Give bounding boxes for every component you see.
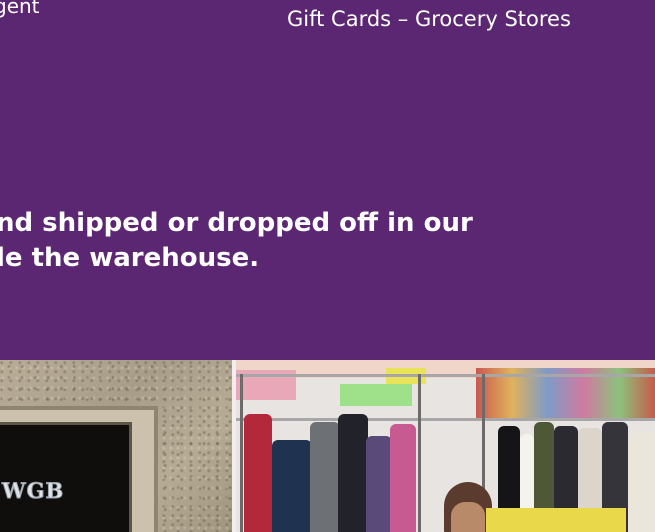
yellow-item xyxy=(486,508,626,532)
poster-green xyxy=(340,384,412,406)
wgb-sign-text: WGB xyxy=(1,478,65,504)
garment-red xyxy=(244,414,272,532)
rack-post-middle xyxy=(418,374,421,532)
garment-cream xyxy=(628,432,655,532)
photo-row: WGB xyxy=(0,360,655,532)
dark-window xyxy=(0,422,132,532)
rack-post-left xyxy=(240,374,243,532)
gift-cards-grocery-stores-text: Gift Cards – Grocery Stores xyxy=(287,7,571,31)
headline-line-1: nd shipped or dropped off in our xyxy=(0,208,473,238)
lower-shelf xyxy=(236,418,655,421)
garment-pink xyxy=(390,424,416,532)
garment-black xyxy=(338,414,368,532)
garment-navy xyxy=(272,440,312,532)
building-sign-photo: WGB xyxy=(0,360,232,532)
headline-line-2: le the warehouse. xyxy=(0,243,260,273)
upper-shelf xyxy=(236,374,655,377)
garment-purple xyxy=(366,436,392,532)
garment-grey xyxy=(310,422,340,532)
person-face xyxy=(451,502,485,532)
clothing-rack-photo xyxy=(236,360,655,532)
window-frame xyxy=(0,406,158,532)
cropped-text-fragment: gent xyxy=(0,0,40,18)
headline: nd shipped or dropped off in our le the … xyxy=(0,206,655,276)
